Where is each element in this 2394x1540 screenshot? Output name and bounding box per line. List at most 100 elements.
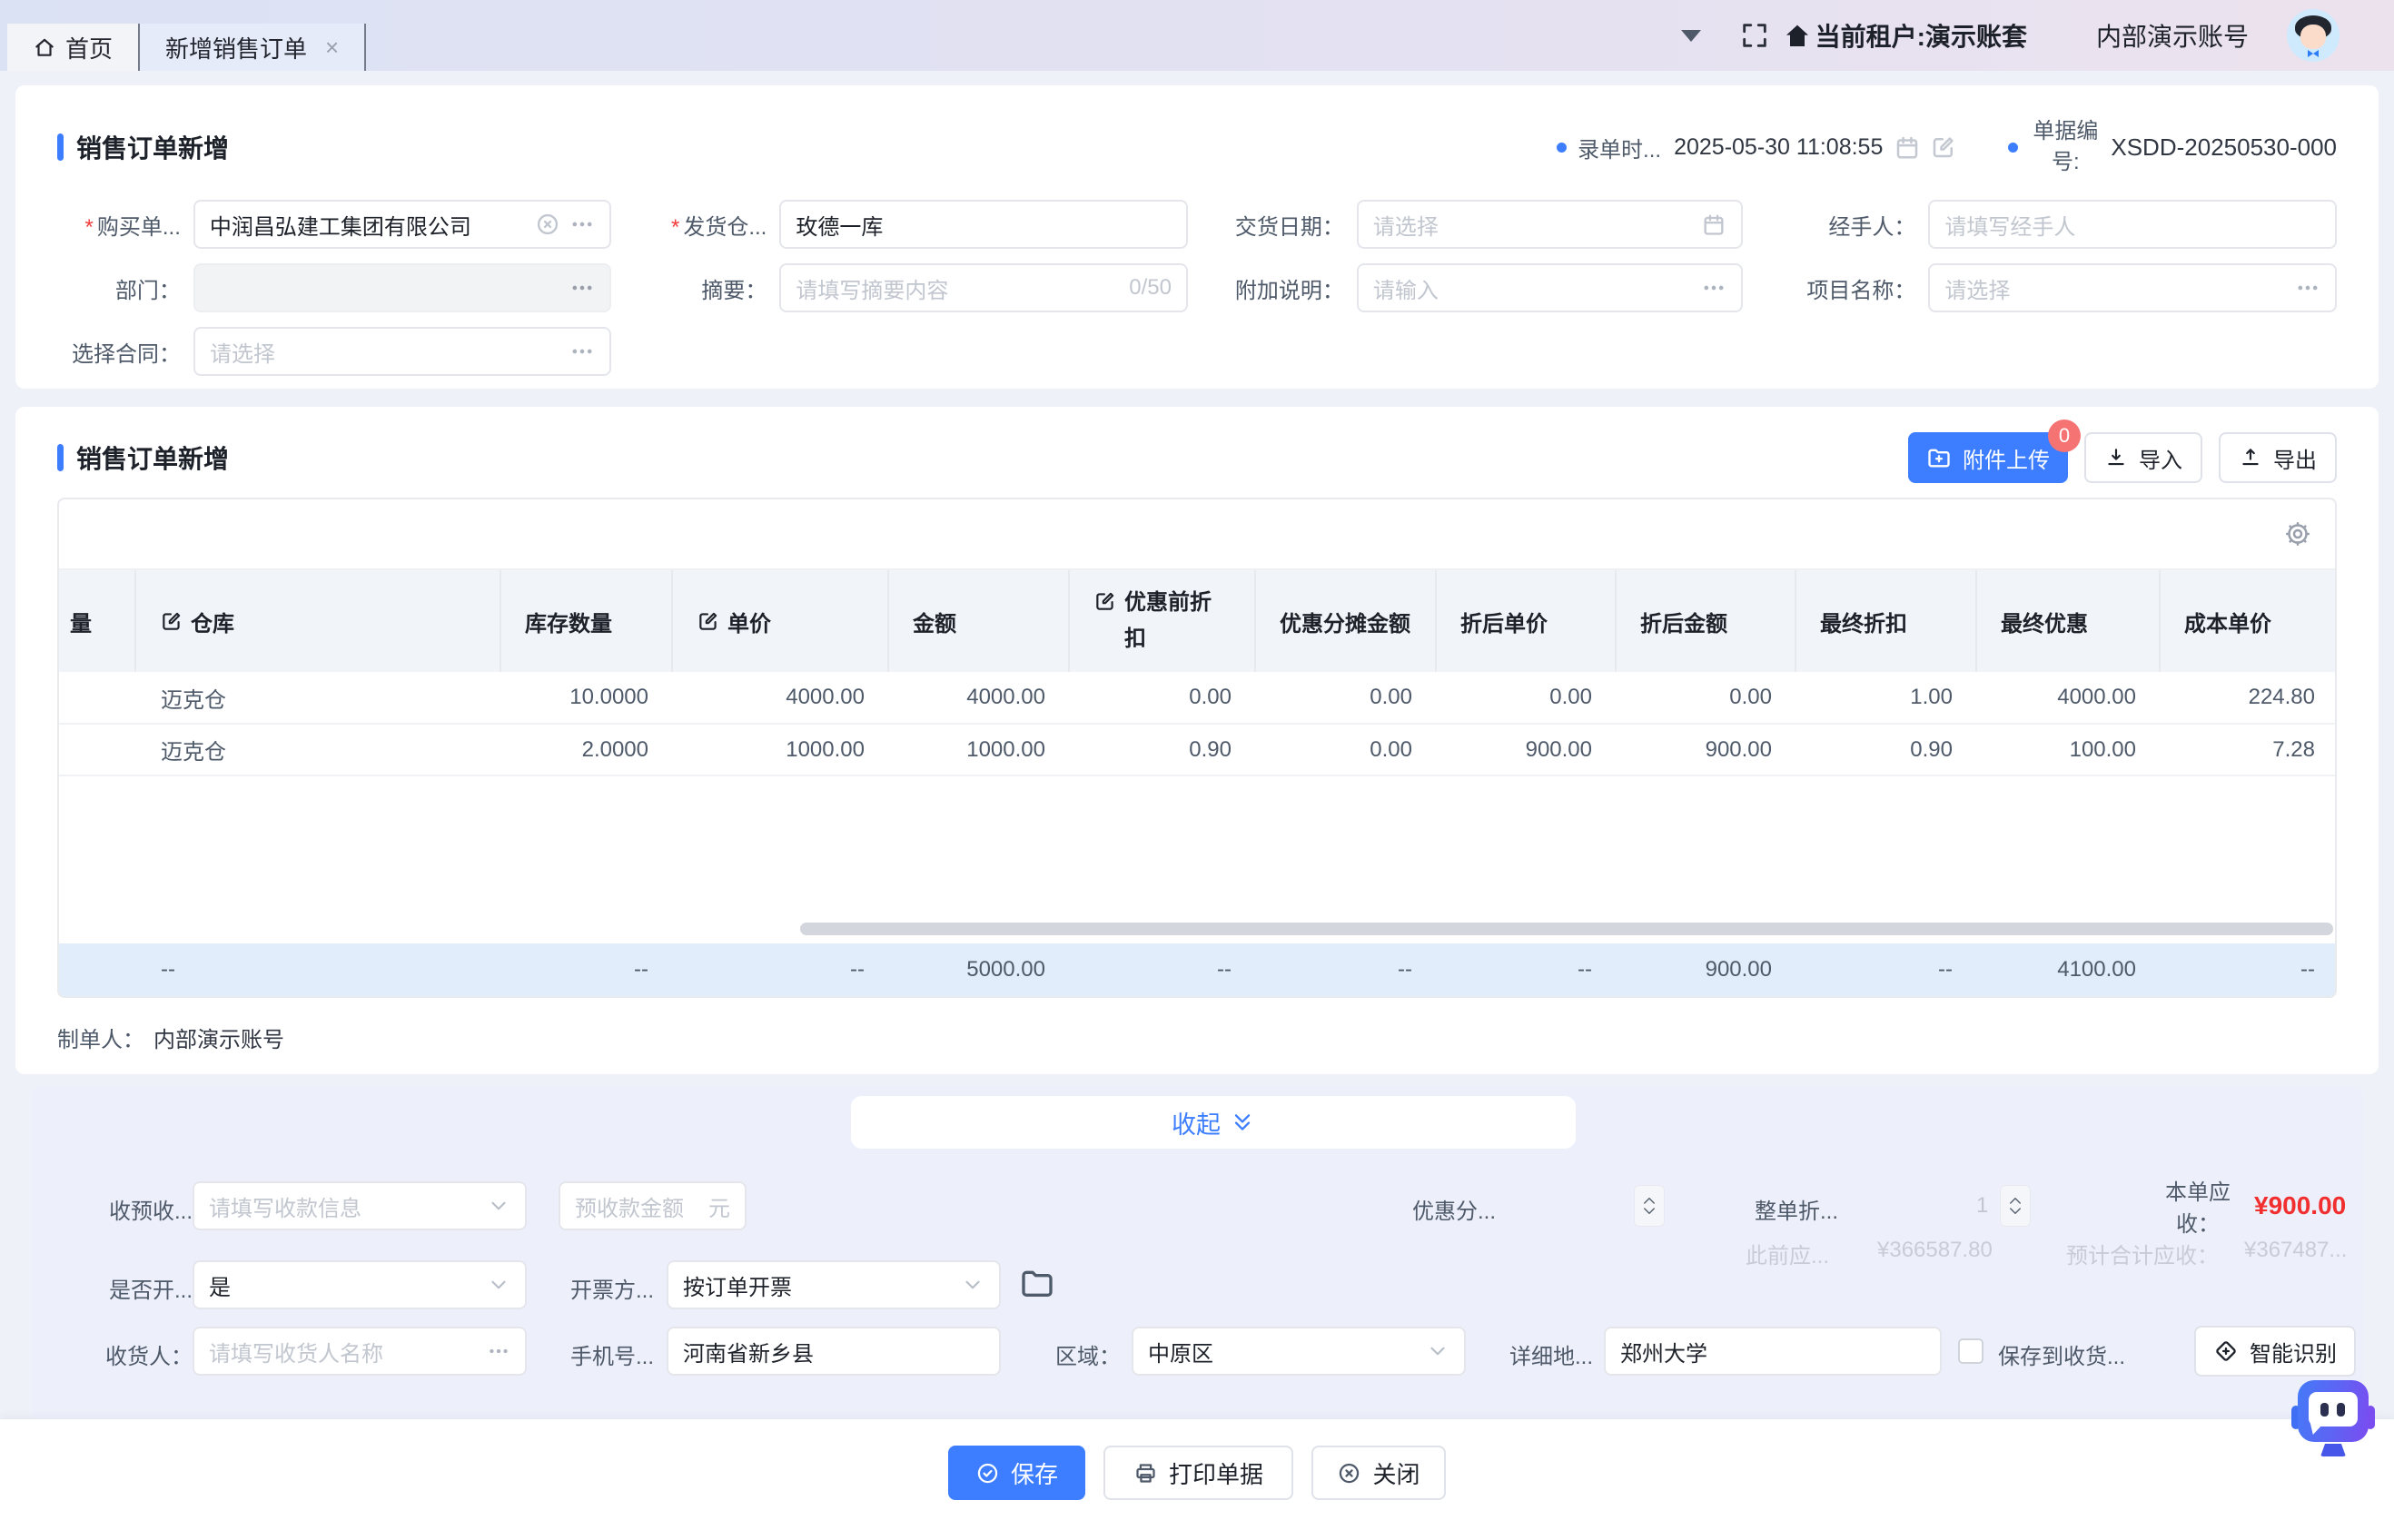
project-label: 项目名称：: [1743, 272, 1929, 304]
avatar-bowtie: [2308, 50, 2319, 57]
import-button[interactable]: 导入: [2084, 432, 2202, 483]
tab-close-icon[interactable]: ×: [325, 35, 339, 59]
chevron-down-icon[interactable]: [1681, 30, 1701, 42]
tab-home[interactable]: 首页: [7, 24, 140, 71]
order-header-card: 销售订单新增 录单时... 2025-05-30 11:08:55 单据编号: …: [15, 85, 2379, 389]
column-header: 优惠分摊金额: [1255, 570, 1436, 672]
order-discount-stepper[interactable]: [2000, 1185, 2031, 1227]
more-options-icon[interactable]: [1701, 275, 1726, 301]
avatar[interactable]: [2287, 9, 2340, 62]
column-header: 成本单价: [2160, 570, 2337, 672]
prepay-select[interactable]: 请填写收款信息: [193, 1181, 527, 1230]
invoice-select[interactable]: 是: [193, 1260, 527, 1309]
footer-action-bar: 保存 打印单据 关闭: [0, 1419, 2394, 1540]
contract-label: 选择合同：: [57, 336, 193, 368]
buyer-input[interactable]: 中润昌弘建工集团有限公司: [193, 200, 611, 249]
robot-icon: [2298, 1380, 2369, 1442]
gear-icon[interactable]: [2284, 520, 2311, 548]
project-input[interactable]: 请选择: [1928, 263, 2337, 312]
region-select[interactable]: 中原区: [1132, 1327, 1466, 1376]
summary-row: ------5000.00------900.00--4100.00--: [59, 943, 2337, 996]
more-options-icon[interactable]: [569, 275, 595, 301]
column-header: 量: [59, 570, 135, 672]
tenant-label: 当前租户:演示账套: [1815, 17, 2027, 54]
note-input[interactable]: 请输入: [1357, 263, 1743, 312]
attachment-count-badge: 0: [2048, 420, 2081, 452]
more-options-icon[interactable]: [569, 339, 595, 364]
cell: 4000.00: [888, 672, 1069, 724]
cell: 0.00: [1616, 672, 1796, 724]
table-card-title: 销售订单新增: [76, 439, 229, 476]
discount-share-stepper[interactable]: [1634, 1185, 1665, 1227]
invoice-method-select[interactable]: 按订单开票: [667, 1260, 1001, 1309]
summary-cell: --: [2160, 943, 2337, 996]
download-icon: [2104, 446, 2128, 469]
note-label: 附加说明：: [1188, 272, 1357, 304]
smart-recognize-button[interactable]: 智能识别: [2194, 1326, 2356, 1377]
collapse-label: 收起: [1172, 1105, 1221, 1140]
more-options-icon[interactable]: [487, 1339, 510, 1363]
prepay-amount-input[interactable]: 预收款金额 元: [559, 1181, 747, 1230]
title-accent-bar: [57, 444, 64, 471]
summary-cell: 5000.00: [888, 943, 1069, 996]
doc-no-label: 单据编号:: [2029, 116, 2102, 177]
folder-icon[interactable]: [1019, 1265, 1055, 1301]
header-form: *购买单... 中润昌弘建工集团有限公司 *发货仓... 玫德一库 交货日期： …: [57, 200, 2337, 376]
invoice-label: 是否开...: [74, 1272, 193, 1304]
dept-input[interactable]: [193, 263, 611, 312]
save-label: 保存: [1011, 1456, 1058, 1490]
save-button[interactable]: 保存: [948, 1446, 1085, 1500]
record-time-value: 2025-05-30 11:08:55: [1674, 134, 1883, 161]
note-placeholder: 请输入: [1373, 272, 1692, 304]
phone-input[interactable]: 河南省新乡县: [667, 1327, 1001, 1376]
summary-input[interactable]: 请填写摘要内容 0/50: [779, 263, 1188, 312]
clear-icon[interactable]: [535, 212, 560, 237]
tenant-home-icon: [1783, 21, 1812, 50]
details-section: 收起 收预收... 请填写收款信息 预收款金额 元 优惠分... 整单折... …: [31, 1087, 2363, 1419]
edit-icon[interactable]: [1930, 133, 1957, 161]
save-address-checkbox[interactable]: [1958, 1338, 1983, 1364]
fullscreen-icon[interactable]: [1739, 20, 1770, 51]
tab-new-sales-order[interactable]: 新增销售订单 ×: [140, 24, 366, 71]
collapse-toggle[interactable]: 收起: [851, 1096, 1576, 1149]
robot-face: [2309, 1392, 2358, 1426]
prepay-amount-unit: 元: [708, 1190, 730, 1222]
chevron-down-icon: [961, 1273, 984, 1297]
topbar-right: 当前租户:演示账套 内部演示账号: [1681, 0, 2340, 71]
circle-check-icon: [975, 1461, 1000, 1486]
address-input[interactable]: 郑州大学: [1604, 1327, 1942, 1376]
calendar-icon[interactable]: [1701, 212, 1726, 237]
close-label: 关闭: [1372, 1456, 1420, 1490]
home-icon: [33, 35, 56, 59]
cell: 1000.00: [888, 724, 1069, 775]
warehouse-input[interactable]: 玫德一库: [779, 200, 1188, 249]
more-options-icon[interactable]: [569, 212, 595, 237]
assistant-robot-button[interactable]: [2291, 1380, 2375, 1462]
circle-close-icon: [1337, 1461, 1361, 1486]
column-header: 库存数量: [500, 570, 672, 672]
account-name[interactable]: 内部演示账号: [2096, 17, 2249, 54]
contract-input[interactable]: 请选择: [193, 327, 611, 376]
handler-input[interactable]: 请填写经手人: [1928, 200, 2337, 249]
cell: 1000.00: [672, 724, 888, 775]
receiver-input[interactable]: 请填写收货人名称: [193, 1327, 527, 1376]
table-row[interactable]: 迈克仓10.00004000.004000.000.000.000.000.00…: [59, 672, 2337, 724]
main-content: 销售订单新增 录单时... 2025-05-30 11:08:55 单据编号: …: [0, 71, 2394, 1419]
export-button[interactable]: 导出: [2219, 432, 2337, 483]
horizontal-scrollbar[interactable]: [800, 923, 2333, 935]
calendar-icon[interactable]: [1894, 133, 1921, 161]
more-options-icon[interactable]: [2295, 275, 2320, 301]
delivery-date-input[interactable]: 请选择: [1357, 200, 1743, 249]
estimated-total-label: 预计合计应收：: [2066, 1238, 2219, 1269]
cell: 1.00: [1796, 672, 1976, 724]
doc-no-dot: [2008, 143, 2018, 153]
cell: [59, 672, 135, 724]
summary-row: ------5000.00------900.00--4100.00--: [59, 943, 2337, 996]
header-meta: 录单时... 2025-05-30 11:08:55 单据编号: XSDD-20…: [1557, 116, 2337, 177]
attachment-upload-button[interactable]: 附件上传 0: [1908, 432, 2068, 483]
print-button[interactable]: 打印单据: [1103, 1446, 1293, 1500]
close-button[interactable]: 关闭: [1311, 1446, 1446, 1500]
import-label: 导入: [2139, 442, 2182, 474]
summary-cell: --: [500, 943, 672, 996]
table-row[interactable]: 迈克仓2.00001000.001000.000.900.00900.00900…: [59, 724, 2337, 775]
